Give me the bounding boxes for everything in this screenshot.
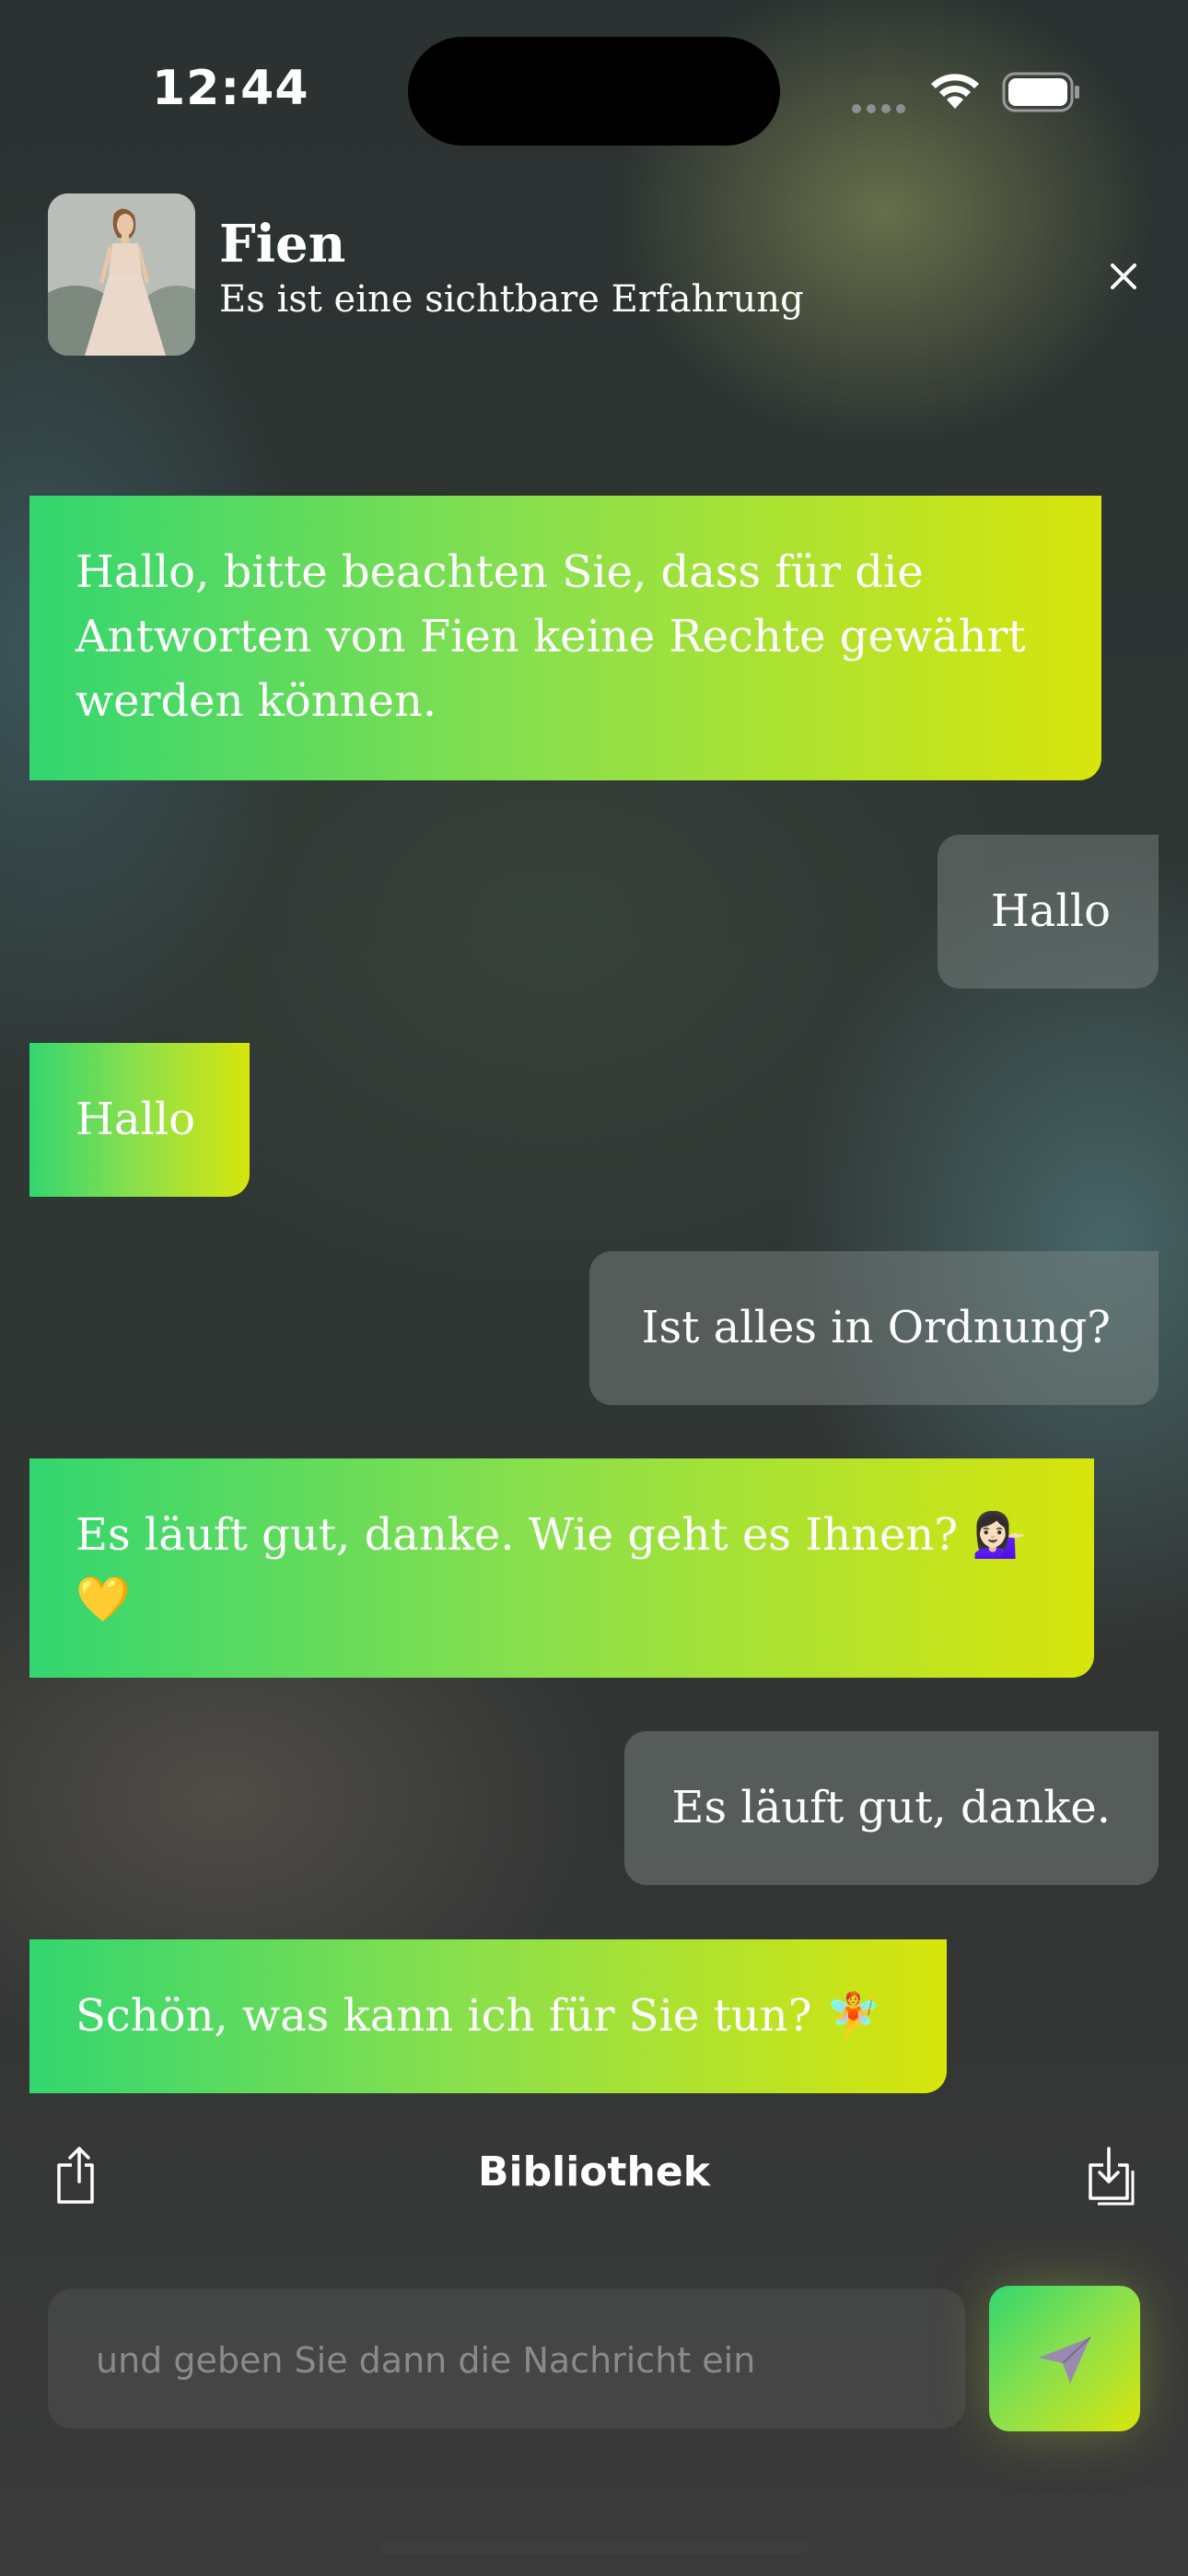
battery-icon	[1002, 72, 1079, 112]
dynamic-island	[408, 37, 780, 146]
status-bar: 12:44	[0, 0, 1188, 184]
user-message: Hallo	[938, 835, 1159, 989]
contact-name: Fien	[219, 214, 346, 275]
library-toolbar: Bibliothek	[0, 2137, 1188, 2220]
bot-message: Hallo, bitte beachten Sie, dass für die …	[29, 496, 1101, 780]
download-icon[interactable]	[1085, 2145, 1140, 2206]
message-text: Schön, was kann ich für Sie tun? 🧚	[76, 1990, 881, 2042]
message-text: Hallo	[990, 885, 1111, 937]
message-input-placeholder: und geben Sie dann die Nachricht ein	[96, 2340, 756, 2381]
bot-message: Schön, was kann ich für Sie tun? 🧚	[29, 1939, 947, 2093]
message-text: Hallo	[76, 1094, 196, 1145]
message-text: Es läuft gut, danke.	[671, 1782, 1111, 1833]
user-message: Ist alles in Ordnung?	[589, 1251, 1159, 1405]
home-indicator	[380, 2541, 808, 2554]
bot-message: Es läuft gut, danke. Wie geht es Ihnen? …	[29, 1458, 1094, 1678]
signal-icon	[852, 100, 911, 117]
message-text: Es läuft gut, danke. Wie geht es Ihnen? …	[76, 1509, 1028, 1625]
message-text: Hallo, bitte beachten Sie, dass für die …	[76, 546, 1026, 727]
avatar[interactable]	[48, 193, 195, 356]
bot-message: Hallo	[29, 1043, 250, 1197]
message-text: Ist alles in Ordnung?	[641, 1302, 1111, 1353]
contact-subtitle: Es ist eine sichtbare Erfahrung	[219, 278, 804, 321]
user-message: Es läuft gut, danke.	[624, 1731, 1159, 1885]
chat-header: Fien Es ist eine sichtbare Erfahrung	[0, 193, 1188, 359]
status-time: 12:44	[152, 61, 309, 116]
close-icon[interactable]	[1101, 254, 1146, 299]
send-icon	[1039, 2336, 1091, 2383]
message-input[interactable]: und geben Sie dann die Nachricht ein	[48, 2289, 965, 2429]
avatar-illustration	[48, 193, 195, 356]
send-button[interactable]	[989, 2286, 1140, 2431]
toolbar-title[interactable]: Bibliothek	[0, 2149, 1188, 2195]
wifi-icon	[931, 74, 979, 109]
